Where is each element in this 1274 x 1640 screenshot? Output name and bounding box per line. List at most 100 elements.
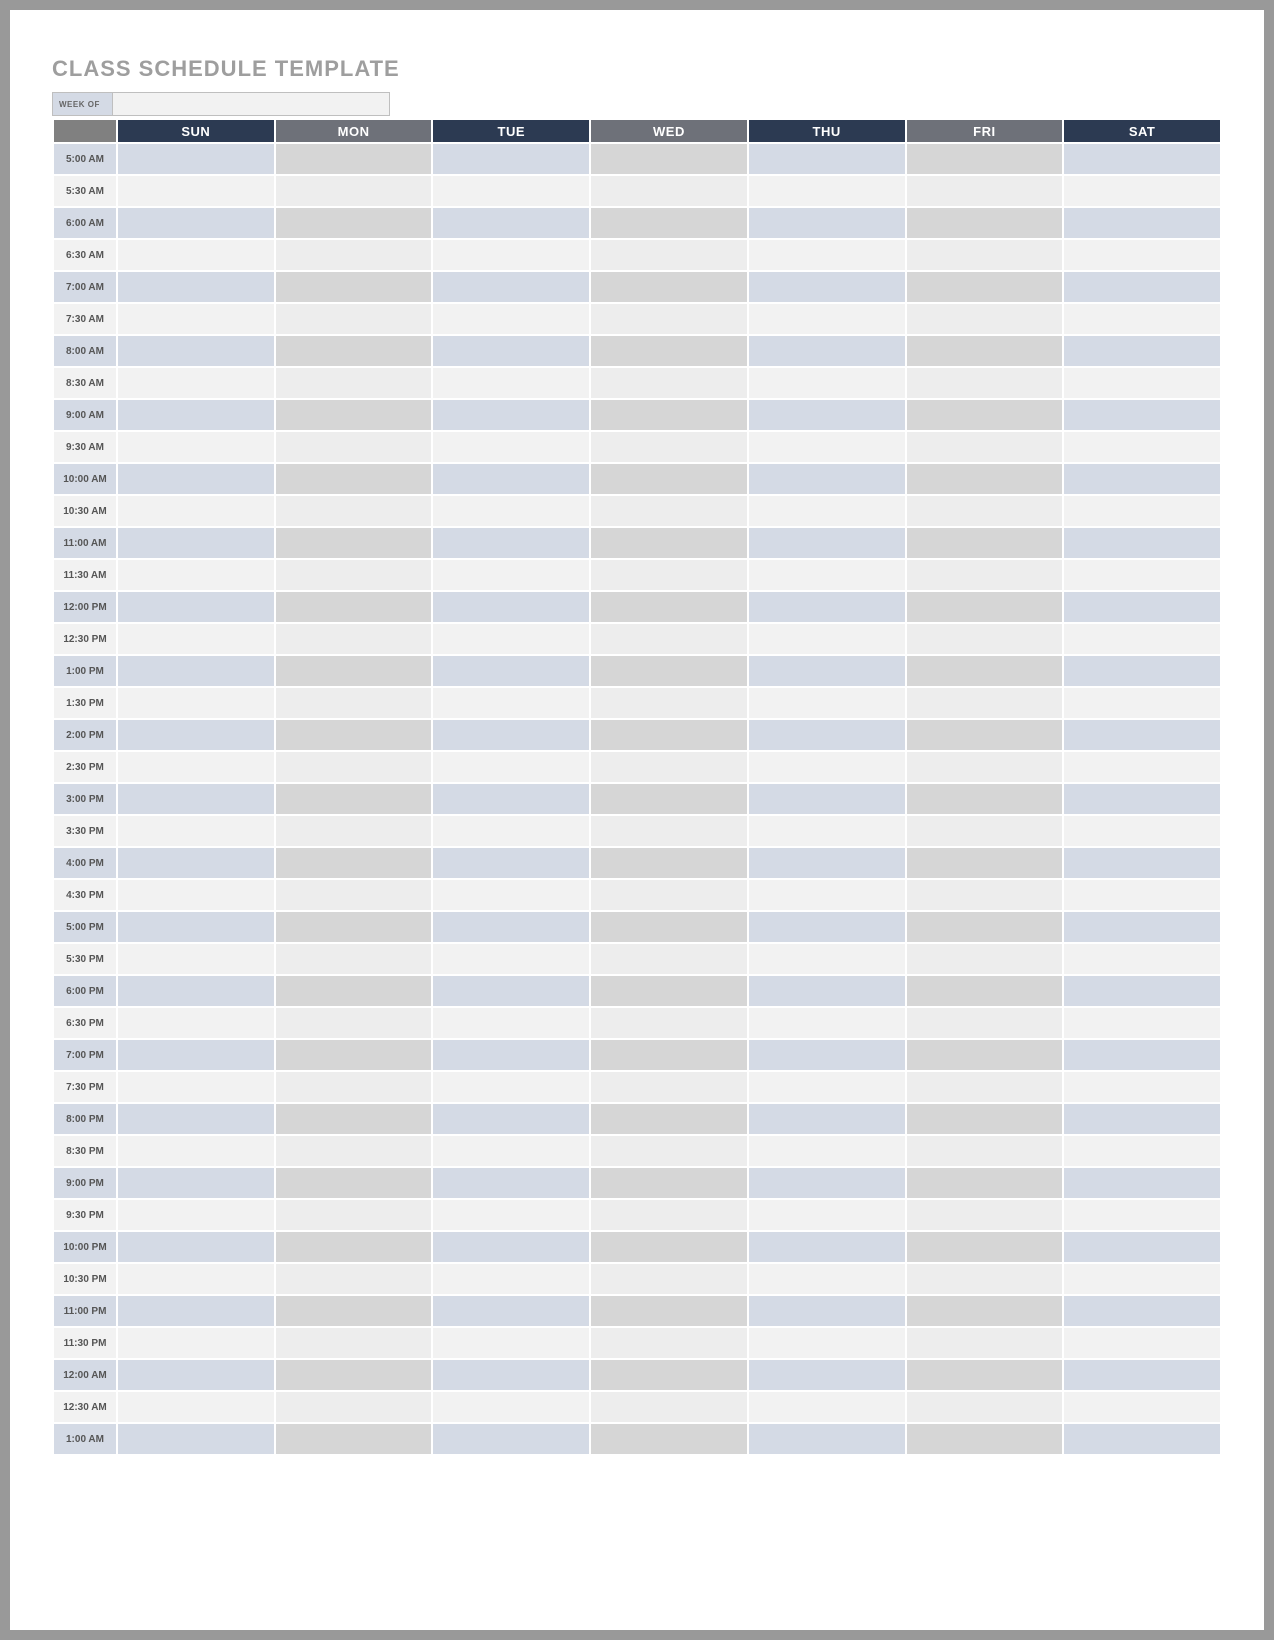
- schedule-cell[interactable]: [1064, 1328, 1220, 1358]
- schedule-cell[interactable]: [433, 176, 589, 206]
- schedule-cell[interactable]: [1064, 400, 1220, 430]
- schedule-cell[interactable]: [118, 1104, 274, 1134]
- schedule-cell[interactable]: [276, 1008, 432, 1038]
- schedule-cell[interactable]: [749, 1264, 905, 1294]
- schedule-cell[interactable]: [276, 496, 432, 526]
- schedule-cell[interactable]: [276, 1200, 432, 1230]
- schedule-cell[interactable]: [276, 336, 432, 366]
- schedule-cell[interactable]: [118, 1328, 274, 1358]
- schedule-cell[interactable]: [591, 1136, 747, 1166]
- schedule-cell[interactable]: [907, 784, 1063, 814]
- schedule-cell[interactable]: [1064, 656, 1220, 686]
- schedule-cell[interactable]: [433, 816, 589, 846]
- schedule-cell[interactable]: [118, 496, 274, 526]
- schedule-cell[interactable]: [118, 144, 274, 174]
- schedule-cell[interactable]: [907, 1232, 1063, 1262]
- schedule-cell[interactable]: [276, 752, 432, 782]
- schedule-cell[interactable]: [907, 1168, 1063, 1198]
- schedule-cell[interactable]: [1064, 336, 1220, 366]
- schedule-cell[interactable]: [118, 176, 274, 206]
- schedule-cell[interactable]: [907, 1040, 1063, 1070]
- schedule-cell[interactable]: [907, 496, 1063, 526]
- schedule-cell[interactable]: [907, 592, 1063, 622]
- schedule-cell[interactable]: [749, 496, 905, 526]
- schedule-cell[interactable]: [907, 1104, 1063, 1134]
- schedule-cell[interactable]: [276, 432, 432, 462]
- schedule-cell[interactable]: [1064, 368, 1220, 398]
- schedule-cell[interactable]: [591, 688, 747, 718]
- schedule-cell[interactable]: [749, 1360, 905, 1390]
- schedule-cell[interactable]: [276, 240, 432, 270]
- schedule-cell[interactable]: [591, 368, 747, 398]
- schedule-cell[interactable]: [591, 1264, 747, 1294]
- schedule-cell[interactable]: [433, 1392, 589, 1422]
- schedule-cell[interactable]: [749, 144, 905, 174]
- schedule-cell[interactable]: [118, 336, 274, 366]
- schedule-cell[interactable]: [591, 944, 747, 974]
- schedule-cell[interactable]: [1064, 944, 1220, 974]
- schedule-cell[interactable]: [433, 624, 589, 654]
- schedule-cell[interactable]: [118, 976, 274, 1006]
- schedule-cell[interactable]: [591, 144, 747, 174]
- schedule-cell[interactable]: [433, 688, 589, 718]
- schedule-cell[interactable]: [433, 1168, 589, 1198]
- schedule-cell[interactable]: [1064, 1040, 1220, 1070]
- schedule-cell[interactable]: [433, 464, 589, 494]
- schedule-cell[interactable]: [591, 1360, 747, 1390]
- schedule-cell[interactable]: [433, 496, 589, 526]
- schedule-cell[interactable]: [276, 944, 432, 974]
- schedule-cell[interactable]: [591, 1328, 747, 1358]
- schedule-cell[interactable]: [749, 336, 905, 366]
- schedule-cell[interactable]: [749, 368, 905, 398]
- schedule-cell[interactable]: [749, 1296, 905, 1326]
- schedule-cell[interactable]: [907, 1072, 1063, 1102]
- schedule-cell[interactable]: [749, 656, 905, 686]
- schedule-cell[interactable]: [433, 432, 589, 462]
- schedule-cell[interactable]: [591, 1104, 747, 1134]
- schedule-cell[interactable]: [591, 880, 747, 910]
- schedule-cell[interactable]: [591, 784, 747, 814]
- schedule-cell[interactable]: [118, 560, 274, 590]
- schedule-cell[interactable]: [749, 784, 905, 814]
- schedule-cell[interactable]: [118, 528, 274, 558]
- schedule-cell[interactable]: [276, 1040, 432, 1070]
- schedule-cell[interactable]: [749, 1008, 905, 1038]
- schedule-cell[interactable]: [276, 912, 432, 942]
- schedule-cell[interactable]: [749, 880, 905, 910]
- schedule-cell[interactable]: [749, 720, 905, 750]
- schedule-cell[interactable]: [276, 272, 432, 302]
- schedule-cell[interactable]: [907, 176, 1063, 206]
- schedule-cell[interactable]: [907, 560, 1063, 590]
- schedule-cell[interactable]: [749, 304, 905, 334]
- schedule-cell[interactable]: [433, 240, 589, 270]
- schedule-cell[interactable]: [749, 688, 905, 718]
- schedule-cell[interactable]: [749, 272, 905, 302]
- schedule-cell[interactable]: [591, 560, 747, 590]
- schedule-cell[interactable]: [433, 1136, 589, 1166]
- schedule-cell[interactable]: [276, 1136, 432, 1166]
- schedule-cell[interactable]: [907, 528, 1063, 558]
- schedule-cell[interactable]: [433, 1040, 589, 1070]
- schedule-cell[interactable]: [907, 464, 1063, 494]
- schedule-cell[interactable]: [276, 1168, 432, 1198]
- schedule-cell[interactable]: [118, 656, 274, 686]
- schedule-cell[interactable]: [591, 656, 747, 686]
- schedule-cell[interactable]: [118, 1360, 274, 1390]
- schedule-cell[interactable]: [1064, 240, 1220, 270]
- schedule-cell[interactable]: [907, 1136, 1063, 1166]
- schedule-cell[interactable]: [433, 1360, 589, 1390]
- schedule-cell[interactable]: [433, 1232, 589, 1262]
- schedule-cell[interactable]: [591, 400, 747, 430]
- schedule-cell[interactable]: [749, 912, 905, 942]
- schedule-cell[interactable]: [749, 1072, 905, 1102]
- schedule-cell[interactable]: [433, 1072, 589, 1102]
- schedule-cell[interactable]: [118, 432, 274, 462]
- schedule-cell[interactable]: [749, 752, 905, 782]
- schedule-cell[interactable]: [118, 1392, 274, 1422]
- schedule-cell[interactable]: [276, 784, 432, 814]
- schedule-cell[interactable]: [276, 880, 432, 910]
- schedule-cell[interactable]: [907, 1008, 1063, 1038]
- schedule-cell[interactable]: [591, 624, 747, 654]
- schedule-cell[interactable]: [118, 1040, 274, 1070]
- schedule-cell[interactable]: [276, 1424, 432, 1454]
